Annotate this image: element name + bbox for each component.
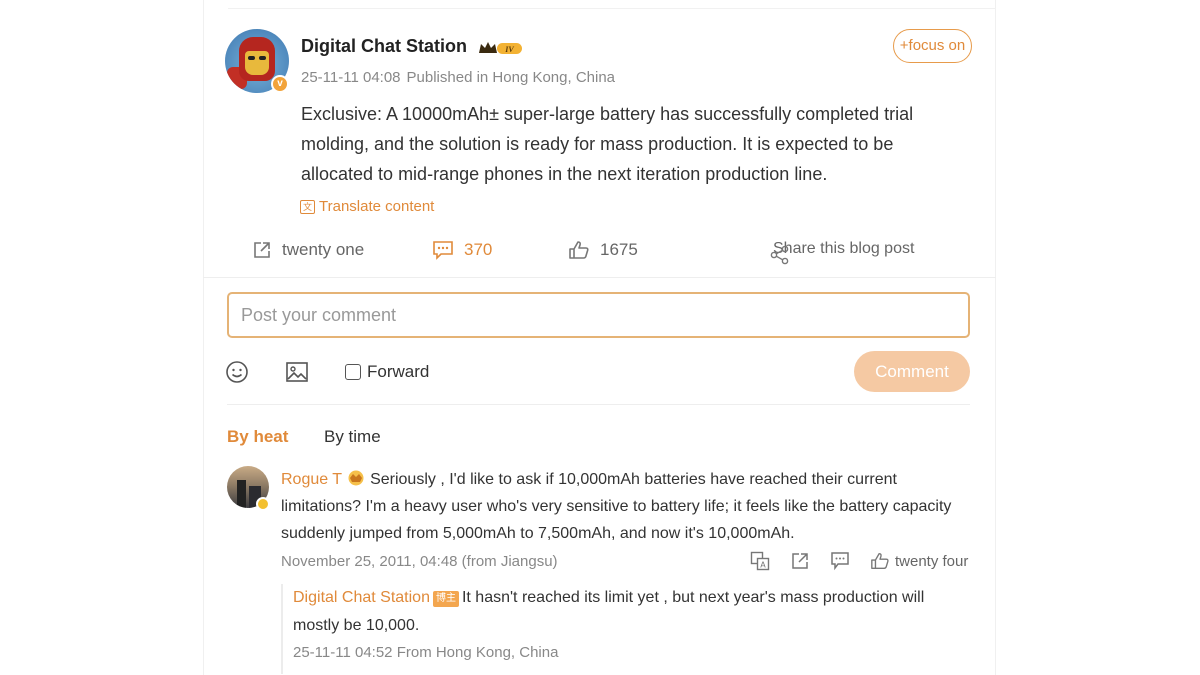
smiley-icon[interactable] <box>225 360 249 384</box>
thumbs-up-icon[interactable] <box>870 551 890 571</box>
share-label: Share this blog post <box>773 240 915 257</box>
translate-label: Translate content <box>319 198 435 215</box>
verified-badge-icon <box>256 497 270 511</box>
comment-count: 370 <box>464 240 493 259</box>
comment-action[interactable]: 370 <box>432 240 492 260</box>
reply-item: Digital Chat Station 博主 It hasn't reached … <box>293 584 963 640</box>
forward-label: Forward <box>367 362 430 381</box>
external-link-icon[interactable] <box>790 551 810 571</box>
translate-icon[interactable]: A <box>750 551 770 571</box>
repost-count: twenty one <box>282 240 365 259</box>
fan-badge-icon <box>348 470 364 486</box>
post-time: 25-11-11 04:08 <box>301 69 401 86</box>
external-link-icon <box>254 242 270 258</box>
tab-by-heat[interactable]: By heat <box>227 427 288 447</box>
repost-action[interactable]: twenty one <box>252 240 364 260</box>
post-body: Exclusive: A 10000mAh± super-large batte… <box>301 104 914 184</box>
level-badge-text: IV <box>504 45 514 54</box>
comment-input[interactable] <box>227 292 970 338</box>
comment-like-count: twenty four <box>895 553 969 570</box>
verified-badge-icon: v <box>271 75 289 93</box>
post-location: Published in Hong Kong, China <box>406 69 616 86</box>
like-action[interactable]: 1675 <box>568 240 638 260</box>
share-action[interactable]: Share this blog post <box>770 240 915 265</box>
reply-meta: 25-11-11 04:52 From Hong Kong, China <box>293 644 559 661</box>
author-badge: 博主 <box>432 591 459 607</box>
chat-bubble-icon[interactable] <box>830 551 850 571</box>
reply-username[interactable]: Digital Chat Station <box>293 589 430 606</box>
comment-text: Seriously , I'd like to ask if 10,000mAh… <box>281 471 952 542</box>
author-name[interactable]: Digital Chat Station <box>301 36 467 57</box>
divider <box>227 404 970 405</box>
post-action-bar: twenty one 370 1675 Share this blog post <box>230 240 970 270</box>
comment-item: Rogue T Seriously , I'd like to ask if 1… <box>281 466 981 547</box>
top-divider <box>228 8 996 9</box>
divider <box>203 277 996 278</box>
comment-meta: November 25, 2011, 04:48 (from Jiangsu) <box>281 553 558 570</box>
crown-level-icon: IV <box>479 42 522 54</box>
chat-bubble-icon <box>433 241 453 260</box>
comment-username[interactable]: Rogue T <box>281 471 342 488</box>
image-icon[interactable] <box>285 360 309 384</box>
svg-text:A: A <box>760 561 766 570</box>
post-meta: 25-11-11 04:08 Published in Hong Kong, Ch… <box>301 69 621 86</box>
thumbs-up-icon <box>569 241 589 259</box>
translate-icon: 文 <box>300 199 315 214</box>
checkbox-icon[interactable] <box>345 364 361 380</box>
share-icon <box>770 245 789 265</box>
comment-button[interactable]: Comment <box>854 351 970 392</box>
like-count: 1675 <box>600 240 638 259</box>
tab-by-time[interactable]: By time <box>324 427 381 447</box>
translate-link[interactable]: 文 Translate content <box>300 198 434 215</box>
follow-button[interactable]: +focus on <box>893 29 972 63</box>
forward-checkbox[interactable]: Forward <box>345 362 429 382</box>
